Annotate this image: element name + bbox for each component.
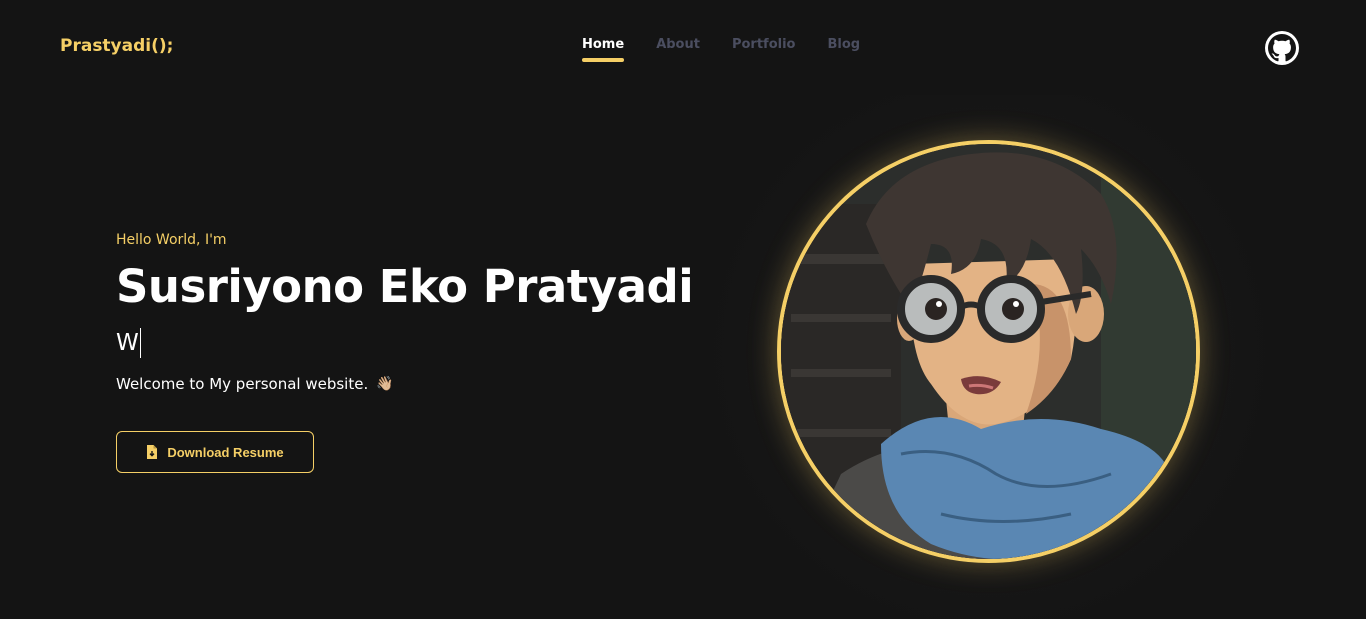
hero-name: Susriyono Eko Pratyadi bbox=[116, 260, 694, 313]
download-resume-button[interactable]: Download Resume bbox=[116, 431, 314, 473]
text-cursor bbox=[139, 328, 141, 358]
site-logo[interactable]: Prastyadi(); bbox=[60, 36, 173, 56]
nav-blog[interactable]: Blog bbox=[827, 36, 860, 54]
nav-about[interactable]: About bbox=[656, 36, 700, 54]
welcome-text: Welcome to My personal website. bbox=[116, 375, 369, 393]
download-resume-label: Download Resume bbox=[167, 444, 284, 460]
typed-text: W bbox=[116, 328, 141, 358]
typed-text-value: W bbox=[116, 330, 139, 356]
nav-portfolio[interactable]: Portfolio bbox=[732, 36, 796, 54]
github-icon bbox=[1268, 34, 1296, 62]
welcome-message: Welcome to My personal website. 👋🏼 bbox=[116, 375, 394, 393]
page: Prastyadi(); Home About Portfolio Blog H… bbox=[0, 0, 1366, 619]
nav-home[interactable]: Home bbox=[582, 36, 625, 62]
profile-avatar bbox=[777, 140, 1200, 563]
file-icon bbox=[146, 445, 158, 459]
wave-hand-icon: 👋🏼 bbox=[376, 376, 394, 392]
main-nav: Home About Portfolio Blog bbox=[582, 36, 892, 62]
hero-greeting: Hello World, I'm bbox=[116, 232, 227, 248]
github-link[interactable] bbox=[1265, 31, 1299, 65]
